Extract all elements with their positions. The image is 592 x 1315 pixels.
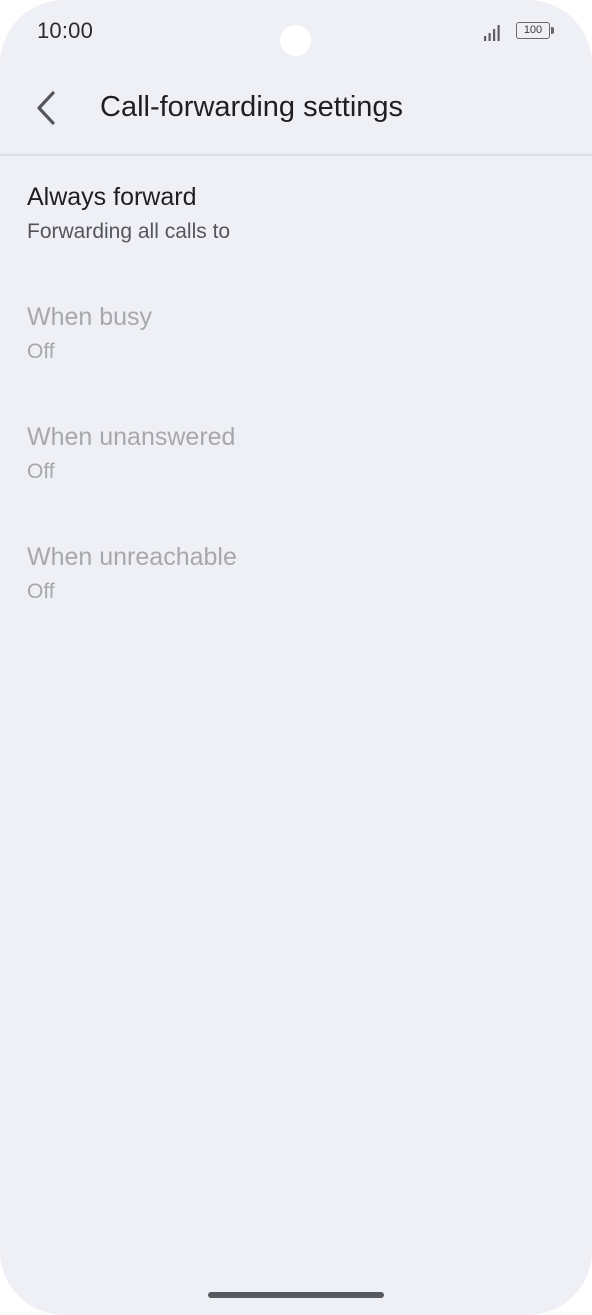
battery-icon: 100 — [516, 22, 550, 39]
setting-when-unreachable: When unreachable Off — [0, 516, 592, 636]
back-button[interactable] — [22, 84, 70, 132]
battery-tip — [551, 27, 554, 34]
setting-subtitle: Off — [27, 340, 55, 363]
setting-subtitle: Off — [27, 460, 55, 483]
setting-label: When unanswered — [27, 423, 236, 451]
setting-label: Always forward — [27, 183, 197, 211]
setting-when-busy: When busy Off — [0, 276, 592, 396]
status-time: 10:00 — [37, 18, 94, 43]
settings-list: Always forward Forwarding all calls to W… — [0, 156, 592, 636]
camera-cutout — [280, 25, 311, 56]
setting-subtitle: Forwarding all calls to — [27, 220, 231, 243]
status-bar: 10:00 100 — [0, 0, 592, 64]
setting-when-unanswered: When unanswered Off — [0, 396, 592, 516]
signal-icon — [483, 22, 503, 42]
phone-screen: 10:00 100 Call-forwarding settings Alway… — [0, 0, 592, 1315]
app-bar: Call-forwarding settings — [0, 64, 592, 156]
page-title: Call-forwarding settings — [100, 91, 404, 123]
setting-subtitle: Off — [27, 580, 55, 603]
chevron-left-icon — [22, 84, 70, 132]
setting-label: When unreachable — [27, 543, 237, 571]
setting-always-forward[interactable]: Always forward Forwarding all calls to — [0, 156, 592, 276]
setting-label: When busy — [27, 303, 153, 331]
home-indicator[interactable] — [208, 1292, 384, 1298]
